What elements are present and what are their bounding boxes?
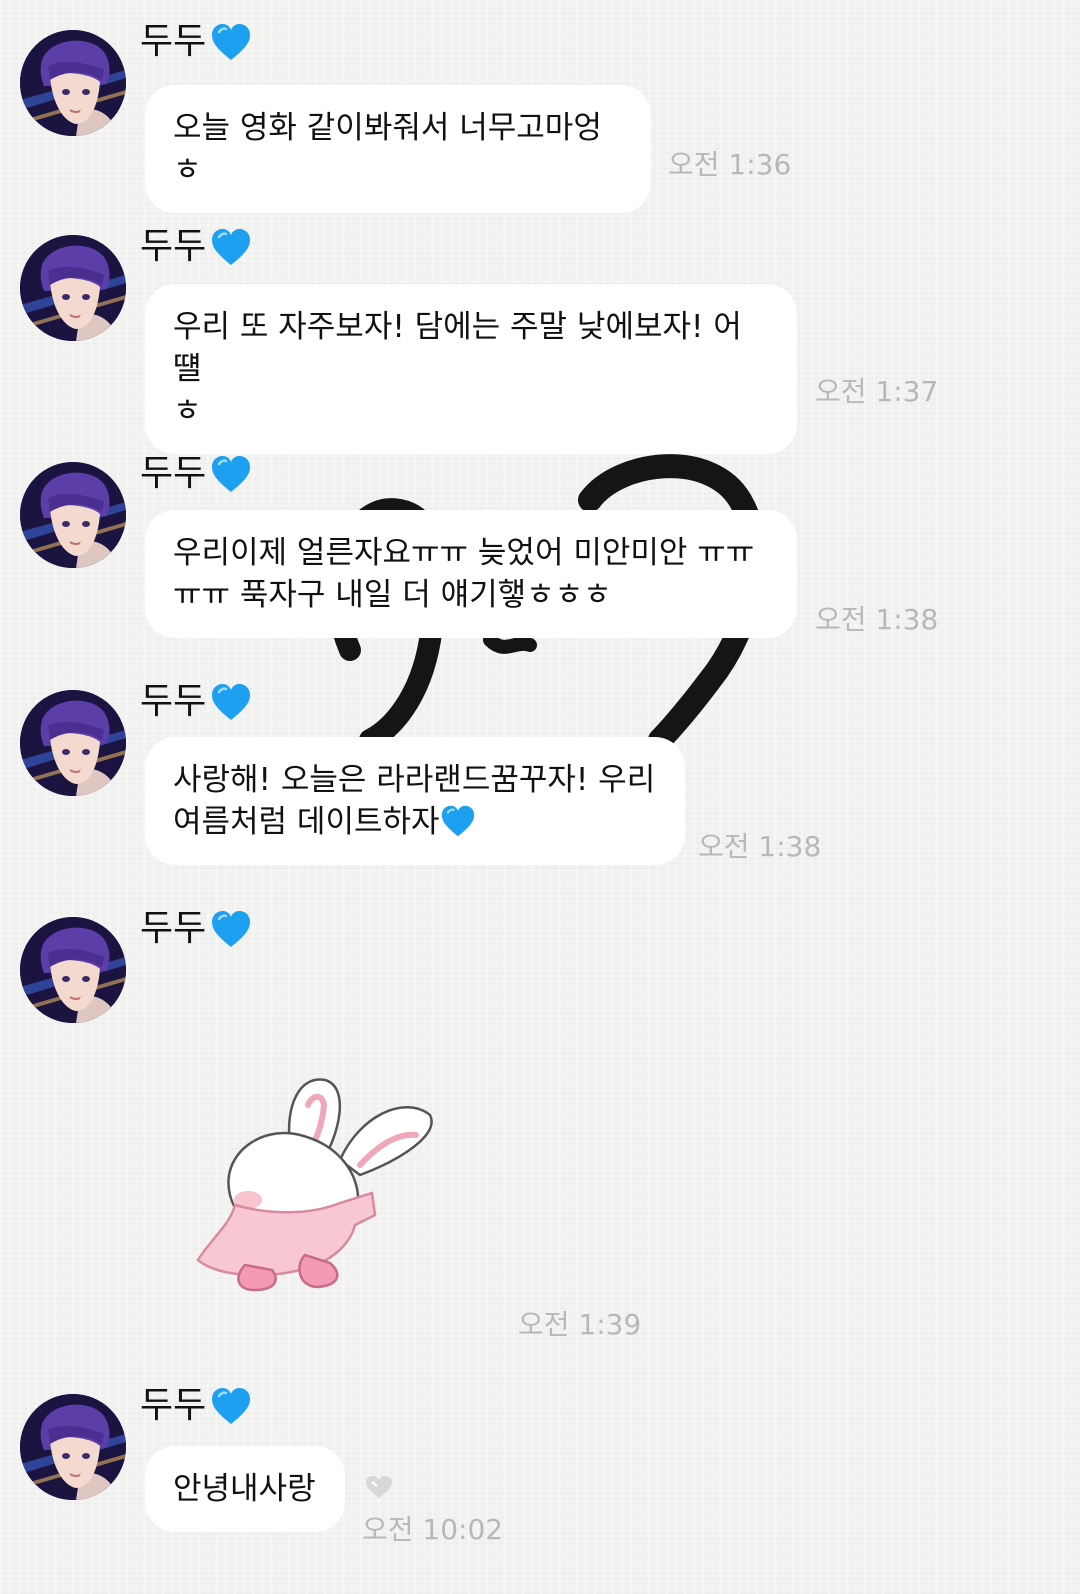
message-bubble[interactable]: 우리 또 자주보자! 담에는 주말 낮에보자! 어떌 ㅎ <box>145 284 797 454</box>
blue-heart-icon <box>210 22 252 62</box>
profile-photo <box>20 235 126 341</box>
blue-heart-icon <box>210 454 252 494</box>
message-text-line: 여름처럼 데이트하자 <box>173 801 657 843</box>
blue-heart-icon <box>210 909 252 949</box>
message-text-line: ㅠㅠ 푹자구 내일 더 얘기햏ㅎㅎㅎ <box>173 577 612 613</box>
message-bubble[interactable]: 우리이제 얼른자요ㅠㅠ 늦었어 미안미안 ㅠㅠ ㅠㅠ 푹자구 내일 더 얘기햏ㅎ… <box>145 510 797 638</box>
blue-heart-icon <box>210 1386 252 1426</box>
message-time: 오전 10:02 <box>362 1513 504 1546</box>
avatar[interactable] <box>20 235 126 341</box>
profile-photo <box>20 1394 126 1500</box>
sender-name: 두두 <box>140 452 252 496</box>
blue-heart-icon <box>210 682 252 722</box>
message-time: 오전 1:37 <box>815 375 939 408</box>
sender-label: 두두 <box>140 453 207 494</box>
blue-heart-icon <box>440 804 476 838</box>
gray-heart-icon[interactable] <box>364 1474 394 1500</box>
avatar[interactable] <box>20 462 126 568</box>
sender-label: 두두 <box>140 21 207 62</box>
avatar[interactable] <box>20 30 126 136</box>
message-text-line: ㅎ <box>173 393 202 429</box>
message-bubble[interactable]: 안녕내사랑 <box>145 1446 345 1532</box>
message-text-line: 우리 또 자주보자! 담에는 주말 낮에보자! 어떌 <box>173 309 742 387</box>
message-text-line: 우리이제 얼른자요ㅠㅠ 늦었어 미안미안 ㅠㅠ <box>173 535 755 571</box>
sender-name: 두두 <box>140 680 252 724</box>
message-bubble[interactable]: 사랑해! 오늘은 라라랜드꿈꾸자! 우리 여름처럼 데이트하자 <box>145 737 685 865</box>
message-time: 오전 1:36 <box>668 148 792 181</box>
message-time: 오전 1:38 <box>698 830 822 863</box>
sender-label: 두두 <box>140 1385 207 1426</box>
message-text: 오늘 영화 같이봐줘서 너무고마엉ㅎ <box>173 110 602 188</box>
message-time: 오전 1:39 <box>518 1308 642 1341</box>
blue-heart-icon <box>210 227 252 267</box>
avatar[interactable] <box>20 690 126 796</box>
bunny-sticker[interactable] <box>190 1075 440 1305</box>
profile-photo <box>20 462 126 568</box>
sender-name: 두두 <box>140 20 252 64</box>
sender-name: 두두 <box>140 1384 252 1428</box>
profile-photo <box>20 917 126 1023</box>
profile-photo <box>20 690 126 796</box>
message-text: 여름처럼 데이트하자 <box>173 804 440 840</box>
sender-name: 두두 <box>140 225 252 269</box>
sender-label: 두두 <box>140 908 207 949</box>
message-text-line: 사랑해! 오늘은 라라랜드꿈꾸자! 우리 <box>173 762 656 798</box>
message-bubble[interactable]: 오늘 영화 같이봐줘서 너무고마엉ㅎ <box>145 85 651 213</box>
sender-name: 두두 <box>140 907 252 951</box>
message-text: 안녕내사랑 <box>173 1471 316 1507</box>
profile-photo <box>20 30 126 136</box>
sender-label: 두두 <box>140 681 207 722</box>
sender-label: 두두 <box>140 226 207 267</box>
avatar[interactable] <box>20 1394 126 1500</box>
message-time: 오전 1:38 <box>815 603 939 636</box>
avatar[interactable] <box>20 917 126 1023</box>
